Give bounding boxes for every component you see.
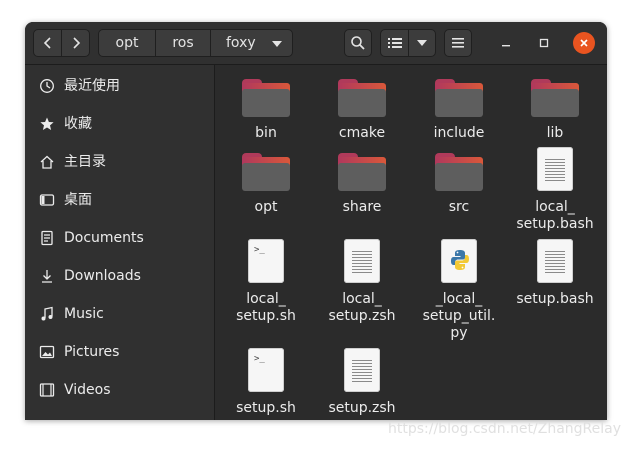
file-item-bin[interactable]: bin — [221, 73, 311, 142]
view-toggle-button[interactable] — [380, 29, 409, 57]
file-name: share — [342, 199, 382, 215]
chevron-left-icon — [43, 37, 51, 49]
maximize-button[interactable] — [533, 32, 555, 54]
file-name: setup.sh — [236, 400, 296, 416]
sidebar-item-recent[interactable]: 最近使用 — [25, 69, 214, 103]
file-item-setup-zsh[interactable]: setup.zsh — [317, 348, 407, 417]
close-button[interactable] — [573, 32, 595, 54]
star-icon — [39, 116, 55, 132]
file-grid: bin cmake include lib opt share src loca… — [215, 65, 607, 420]
sidebar-item-label: 最近使用 — [64, 78, 120, 94]
file-name: local_ setup.zsh — [328, 291, 396, 324]
sidebar-item-label: Downloads — [64, 268, 141, 284]
search-button[interactable] — [344, 29, 372, 57]
file-name: lib — [546, 125, 564, 141]
file-name: include — [433, 125, 485, 141]
script-file-icon: >_ — [248, 348, 284, 392]
sidebar-item-pictures[interactable]: Pictures — [25, 335, 214, 369]
sidebar-item-home[interactable]: 主目录 — [25, 145, 214, 179]
folder-icon — [338, 79, 386, 117]
watermark: https://blog.csdn.net/ZhangRelay — [388, 421, 622, 437]
file-name: setup.zsh — [328, 400, 396, 416]
file-name: opt — [254, 199, 278, 215]
close-icon — [580, 39, 588, 47]
minimize-icon — [502, 45, 510, 47]
file-item-setup-sh[interactable]: >_ setup.sh — [221, 348, 311, 417]
chevron-down-icon — [417, 40, 427, 46]
minimize-button[interactable] — [495, 32, 517, 54]
folder-icon — [435, 79, 483, 117]
back-button[interactable] — [33, 29, 62, 57]
script-file-icon: >_ — [248, 239, 284, 283]
sidebar-item-downloads[interactable]: Downloads — [25, 259, 214, 293]
sidebar-item-label: Pictures — [64, 344, 120, 360]
header-bar: opt ros foxy — [25, 22, 607, 65]
view-options-button[interactable] — [408, 29, 436, 57]
search-icon — [351, 36, 365, 50]
file-name: src — [448, 199, 470, 215]
file-item-include[interactable]: include — [414, 73, 504, 142]
folder-icon — [435, 153, 483, 191]
folder-icon — [242, 153, 290, 191]
path-segment-foxy[interactable]: foxy — [210, 29, 293, 57]
sidebar-item-documents[interactable]: Documents — [25, 221, 214, 255]
path-segment-opt[interactable]: opt — [98, 29, 156, 57]
home-icon — [39, 154, 55, 170]
text-file-icon — [344, 348, 380, 392]
main-menu-button[interactable] — [444, 29, 472, 57]
music-icon — [39, 306, 55, 322]
sidebar-item-videos[interactable]: Videos — [25, 373, 214, 407]
file-name: setup.bash — [516, 291, 594, 307]
clock-icon — [39, 78, 55, 94]
file-manager-window: opt ros foxy 最近使用 收藏 主目录 桌面 Documents Do… — [25, 22, 607, 420]
chevron-down-icon — [272, 41, 282, 47]
folder-icon — [242, 79, 290, 117]
sidebar-item-label: Videos — [64, 382, 111, 398]
file-name: local_ setup.bash — [516, 199, 594, 232]
file-item-opt[interactable]: opt — [221, 147, 311, 216]
sidebar-item-label: Documents — [64, 230, 144, 246]
forward-button[interactable] — [61, 29, 90, 57]
file-item-local-setup-util-py[interactable]: _local_ setup_util. py — [414, 239, 504, 342]
folder-icon — [338, 153, 386, 191]
file-name: _local_ setup_util. py — [422, 291, 496, 341]
file-item-lib[interactable]: lib — [510, 73, 600, 142]
path-segment-label: opt — [115, 35, 139, 51]
python-file-icon — [441, 239, 477, 283]
path-segment-label: foxy — [226, 35, 256, 51]
sidebar-item-label: 主目录 — [64, 154, 106, 170]
sidebar-item-starred[interactable]: 收藏 — [25, 107, 214, 141]
download-icon — [39, 268, 55, 284]
file-name: bin — [255, 125, 277, 141]
file-item-cmake[interactable]: cmake — [317, 73, 407, 142]
text-file-icon — [344, 239, 380, 283]
document-icon — [39, 230, 55, 246]
sidebar-item-label: 收藏 — [64, 116, 92, 132]
hamburger-icon — [452, 38, 464, 48]
picture-icon — [39, 344, 55, 360]
sidebar: 最近使用 收藏 主目录 桌面 Documents Downloads Music — [25, 65, 215, 420]
text-file-icon — [537, 239, 573, 283]
maximize-icon — [539, 38, 549, 48]
path-segment-ros[interactable]: ros — [155, 29, 211, 57]
sidebar-item-label: 桌面 — [64, 192, 92, 208]
file-item-setup-bash[interactable]: setup.bash — [510, 239, 600, 308]
sidebar-item-desktop[interactable]: 桌面 — [25, 183, 214, 217]
file-item-src[interactable]: src — [414, 147, 504, 216]
file-name: local_ setup.sh — [236, 291, 296, 324]
list-view-icon — [387, 38, 402, 48]
sidebar-item-label: Music — [64, 306, 104, 322]
path-segment-label: ros — [172, 35, 194, 51]
file-item-share[interactable]: share — [317, 147, 407, 216]
video-icon — [39, 382, 55, 398]
file-item-local-setup-zsh[interactable]: local_ setup.zsh — [317, 239, 407, 325]
text-file-icon — [537, 147, 573, 191]
file-item-local-setup-bash[interactable]: local_ setup.bash — [510, 147, 600, 233]
folder-icon — [531, 79, 579, 117]
file-name: cmake — [338, 125, 386, 141]
desktop-icon — [39, 192, 55, 208]
file-item-local-setup-sh[interactable]: >_ local_ setup.sh — [221, 239, 311, 325]
sidebar-item-music[interactable]: Music — [25, 297, 214, 331]
chevron-right-icon — [72, 37, 80, 49]
